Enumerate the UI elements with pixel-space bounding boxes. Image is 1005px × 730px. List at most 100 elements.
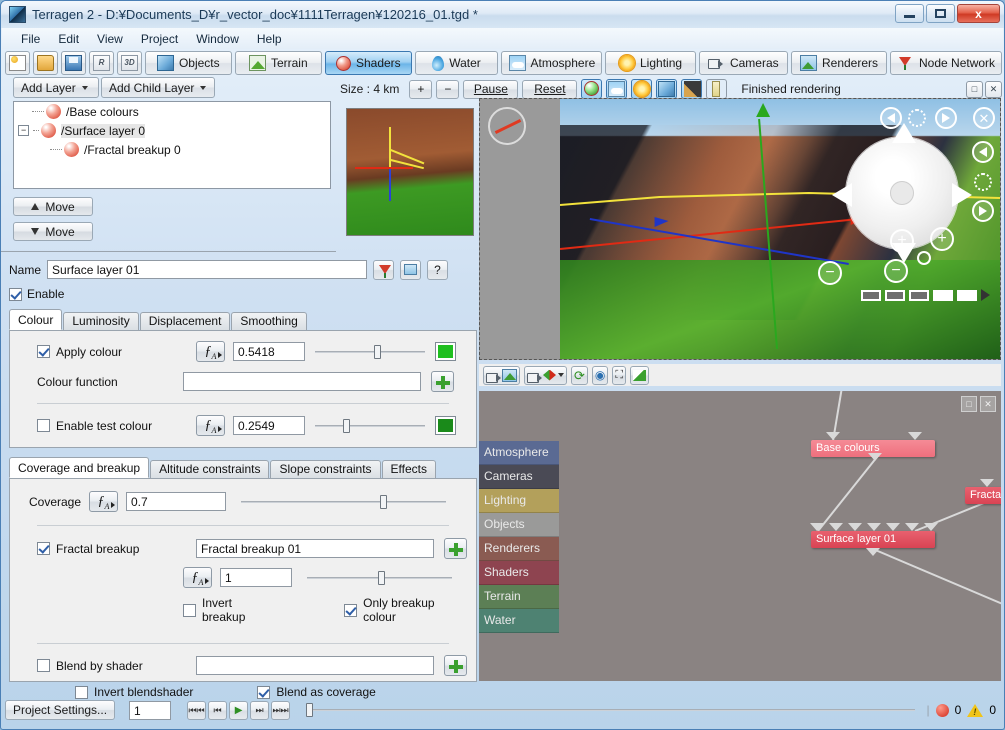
blend-by-shader-checkbox[interactable]: [37, 659, 50, 672]
node-port-out[interactable]: [868, 453, 882, 461]
new-project-button[interactable]: [5, 51, 30, 75]
close-nav-button[interactable]: ✕: [973, 107, 995, 129]
tab-shaders[interactable]: Shaders: [325, 51, 412, 75]
test-colour-swatch[interactable]: [435, 416, 456, 435]
toggle-brush-button[interactable]: [681, 79, 703, 99]
nav-up-icon[interactable]: [892, 123, 916, 143]
blend-by-shader-input[interactable]: [196, 656, 434, 675]
menu-edit[interactable]: Edit: [49, 30, 88, 48]
apply-colour-slider[interactable]: [315, 344, 425, 359]
quality-bar[interactable]: [909, 289, 929, 301]
fractal-breakup-checkbox[interactable]: [37, 542, 50, 555]
timeline-slider[interactable]: [306, 703, 915, 717]
node-port-in[interactable]: [924, 523, 938, 531]
blend-as-coverage-checkbox[interactable]: [257, 685, 271, 699]
slider-knob[interactable]: [380, 494, 388, 509]
zoom-in-preview-button[interactable]: +: [890, 229, 914, 253]
tree-item-surface-layer-0[interactable]: − /Surface layer 0: [14, 121, 330, 140]
tab-altitude-constraints[interactable]: Altitude constraints: [150, 460, 270, 478]
step-back-button[interactable]: ⏮: [208, 700, 228, 720]
move-down-button[interactable]: Move: [13, 222, 93, 241]
breakup-amount-slider[interactable]: [307, 570, 452, 585]
maximize-button[interactable]: [926, 4, 955, 23]
zoom-in-button[interactable]: +: [409, 79, 433, 99]
zoom-out-button[interactable]: −: [436, 79, 460, 99]
test-colour-value-input[interactable]: 0.2549: [233, 416, 305, 435]
three-d-preview[interactable]: ✕ + + − −: [479, 98, 1001, 360]
toggle-ruler-button[interactable]: [706, 79, 728, 99]
category-renderers[interactable]: Renderers: [479, 537, 559, 561]
skip-start-button[interactable]: ⏮⏮: [187, 700, 207, 720]
terrain-minimap[interactable]: [346, 108, 474, 236]
project-settings-button[interactable]: Project Settings...: [5, 700, 116, 720]
pause-button[interactable]: Pause: [463, 79, 519, 99]
node-port-in[interactable]: [829, 523, 843, 531]
breakup-amount-input[interactable]: 1: [220, 568, 292, 587]
menu-file[interactable]: File: [12, 30, 49, 48]
save-project-button[interactable]: [61, 51, 86, 75]
close-button[interactable]: x: [957, 4, 1000, 23]
test-colour-function-button[interactable]: ƒA: [196, 415, 225, 436]
tab-smoothing[interactable]: Smoothing: [231, 312, 307, 330]
add-fractal-breakup-button[interactable]: [444, 538, 467, 559]
play-button[interactable]: ▶: [229, 700, 249, 720]
colour-function-input[interactable]: [183, 372, 421, 391]
slider-knob[interactable]: [378, 570, 386, 585]
enable-test-colour-checkbox[interactable]: [37, 419, 50, 432]
nav-left-icon[interactable]: [832, 183, 852, 207]
category-atmosphere[interactable]: Atmosphere: [479, 441, 559, 465]
menu-window[interactable]: Window: [187, 30, 248, 48]
apply-colour-value-input[interactable]: 0.5418: [233, 342, 305, 361]
preview-close-button[interactable]: ✕: [985, 80, 1002, 98]
slider-knob[interactable]: [374, 344, 382, 359]
node-panel-restore-button[interactable]: □: [961, 396, 977, 412]
menu-help[interactable]: Help: [248, 30, 291, 48]
tab-effects[interactable]: Effects: [381, 460, 437, 478]
enable-checkbox[interactable]: [9, 287, 22, 301]
add-layer-button[interactable]: Add Layer: [13, 77, 99, 98]
tab-colour[interactable]: Colour: [9, 309, 63, 330]
quality-bar[interactable]: [933, 289, 953, 301]
nav-center-hub[interactable]: [890, 181, 914, 205]
tab-renderers[interactable]: Renderers: [790, 51, 888, 75]
move-up-button[interactable]: Move: [13, 197, 93, 216]
test-colour-slider[interactable]: [315, 418, 425, 433]
toggle-lighting-button[interactable]: [631, 79, 653, 99]
preview-restore-button[interactable]: □: [966, 80, 983, 98]
coverage-function-button[interactable]: ƒA: [89, 491, 118, 512]
add-blend-shader-button[interactable]: [444, 655, 467, 676]
quality-bar[interactable]: [861, 289, 881, 301]
node-fractal-breakup-01[interactable]: Fractal breakup 01: [965, 487, 1001, 504]
curve-button[interactable]: [630, 365, 650, 385]
tab-slope-constraints[interactable]: Slope constraints: [270, 460, 381, 478]
node-surface-layer-01[interactable]: Surface layer 01: [811, 531, 935, 548]
help-button[interactable]: ?: [427, 259, 449, 280]
pan-left-button[interactable]: [972, 141, 994, 163]
frame-input[interactable]: 1: [129, 700, 172, 720]
slider-knob[interactable]: [306, 703, 314, 717]
tab-luminosity[interactable]: Luminosity: [63, 312, 139, 330]
toggle-objects-button[interactable]: [656, 79, 678, 99]
layer-tree[interactable]: /Base colours − /Surface layer 0 /Fracta…: [13, 101, 331, 189]
tab-objects[interactable]: Objects: [145, 51, 232, 75]
node-port-in[interactable]: [980, 479, 994, 487]
node-canvas[interactable]: Base colours Fractal breakup 01 Surface …: [585, 391, 1001, 681]
zoom-out-alt-button[interactable]: −: [884, 259, 908, 283]
pan-right-button[interactable]: [972, 200, 994, 222]
apply-colour-function-button[interactable]: ƒA: [196, 341, 225, 362]
category-shaders[interactable]: Shaders: [479, 561, 559, 585]
node-network-panel[interactable]: Atmosphere Cameras Lighting Objects Rend…: [479, 391, 1001, 681]
collapse-icon[interactable]: −: [18, 125, 29, 136]
only-breakup-colour-checkbox[interactable]: [344, 603, 358, 617]
tree-item-fractal-breakup-0[interactable]: /Fractal breakup 0: [14, 140, 330, 159]
tab-terrain[interactable]: Terrain: [234, 51, 323, 75]
node-port-out[interactable]: [908, 432, 922, 440]
coverage-slider[interactable]: [241, 494, 446, 509]
node-port-out[interactable]: [866, 548, 880, 556]
quality-bar[interactable]: [885, 289, 905, 301]
tab-node-network[interactable]: Node Network: [890, 51, 1003, 75]
fractal-breakup-input[interactable]: Fractal breakup 01: [196, 539, 434, 558]
node-port-in[interactable]: [810, 523, 824, 531]
quality-bar[interactable]: [957, 289, 977, 301]
three-d-view-button[interactable]: 3D: [117, 51, 142, 75]
